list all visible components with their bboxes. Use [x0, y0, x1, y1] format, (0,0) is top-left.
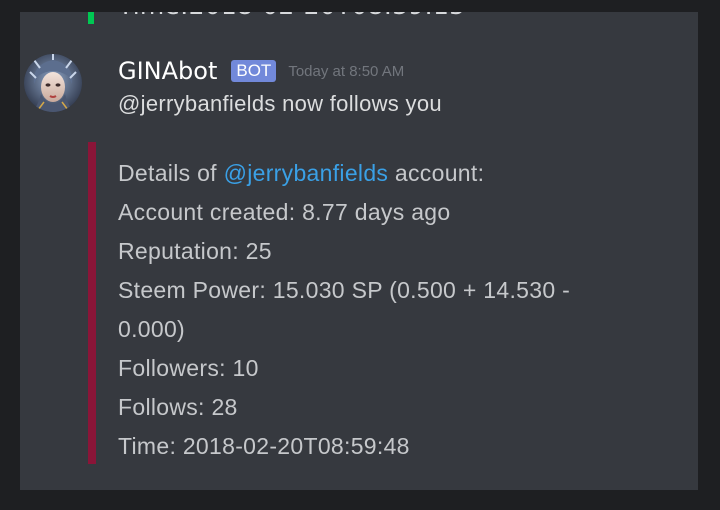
message-content: @jerrybanfields now follows you [118, 91, 442, 116]
message-header: GINAbot BOT Today at 8:50 AM [118, 54, 404, 88]
time-line: Time: 2018-02-20T08:59:48 [118, 433, 410, 459]
author-username[interactable]: GINAbot [118, 57, 217, 85]
embed-accent-bar [88, 142, 96, 464]
robot-face-avatar-icon [24, 54, 82, 112]
details-suffix: account: [388, 160, 485, 186]
embed-description: Details of @jerrybanfields account: Acco… [118, 154, 638, 466]
previous-embed-accent-bar [88, 12, 94, 24]
account-created-line: Account created: 8.77 days ago [118, 199, 451, 225]
message-timestamp: Today at 8:50 AM [288, 62, 405, 80]
steem-power-line: Steem Power: 15.030 SP (0.500 + 14.530 - [118, 277, 571, 303]
follows-line: Follows: 28 [118, 394, 238, 420]
avatar[interactable] [24, 54, 82, 112]
details-prefix: Details of [118, 160, 224, 186]
chat-panel: Time:2018-02-20T08:39:15 [20, 12, 698, 490]
followers-line: Followers: 10 [118, 355, 259, 381]
user-mention-link[interactable]: @jerrybanfields [224, 160, 389, 186]
previous-message-text: Time:2018-02-20T08:39:15 [118, 12, 465, 20]
reputation-line: Reputation: 25 [118, 238, 272, 264]
embed-details-line: Details of @jerrybanfields account: [118, 154, 638, 193]
embed: Details of @jerrybanfields account: Acco… [88, 142, 648, 464]
bot-badge: BOT [231, 60, 277, 82]
steem-power-line-continued: 0.000) [118, 316, 186, 342]
